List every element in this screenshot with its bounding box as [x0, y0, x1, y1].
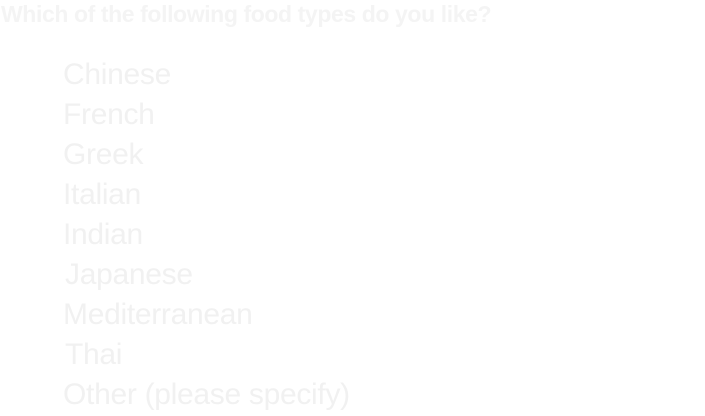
- option-thai[interactable]: Thai: [63, 335, 663, 375]
- option-italian[interactable]: Italian: [63, 175, 663, 215]
- option-label: Indian: [63, 218, 143, 251]
- option-label: Mediterranean: [63, 298, 253, 331]
- option-indian[interactable]: Indian: [63, 215, 663, 255]
- option-greek[interactable]: Greek: [63, 135, 663, 175]
- question-title: Which of the following food types do you…: [1, 1, 492, 27]
- option-other[interactable]: Other (please specify): [63, 375, 663, 415]
- answer-options-list: Chinese French Greek Italian Indian Japa…: [63, 55, 663, 415]
- option-mediterranean[interactable]: Mediterranean: [63, 295, 663, 335]
- option-label: Chinese: [63, 58, 171, 91]
- option-label: Greek: [63, 138, 144, 171]
- option-chinese[interactable]: Chinese: [63, 55, 663, 95]
- option-french[interactable]: French: [63, 95, 663, 135]
- option-label: Other (please specify): [63, 378, 350, 411]
- option-label: Thai: [65, 338, 123, 371]
- option-label: Italian: [63, 178, 141, 211]
- option-label: Japanese: [65, 258, 193, 291]
- option-japanese[interactable]: Japanese: [63, 255, 663, 295]
- option-label: French: [63, 98, 155, 131]
